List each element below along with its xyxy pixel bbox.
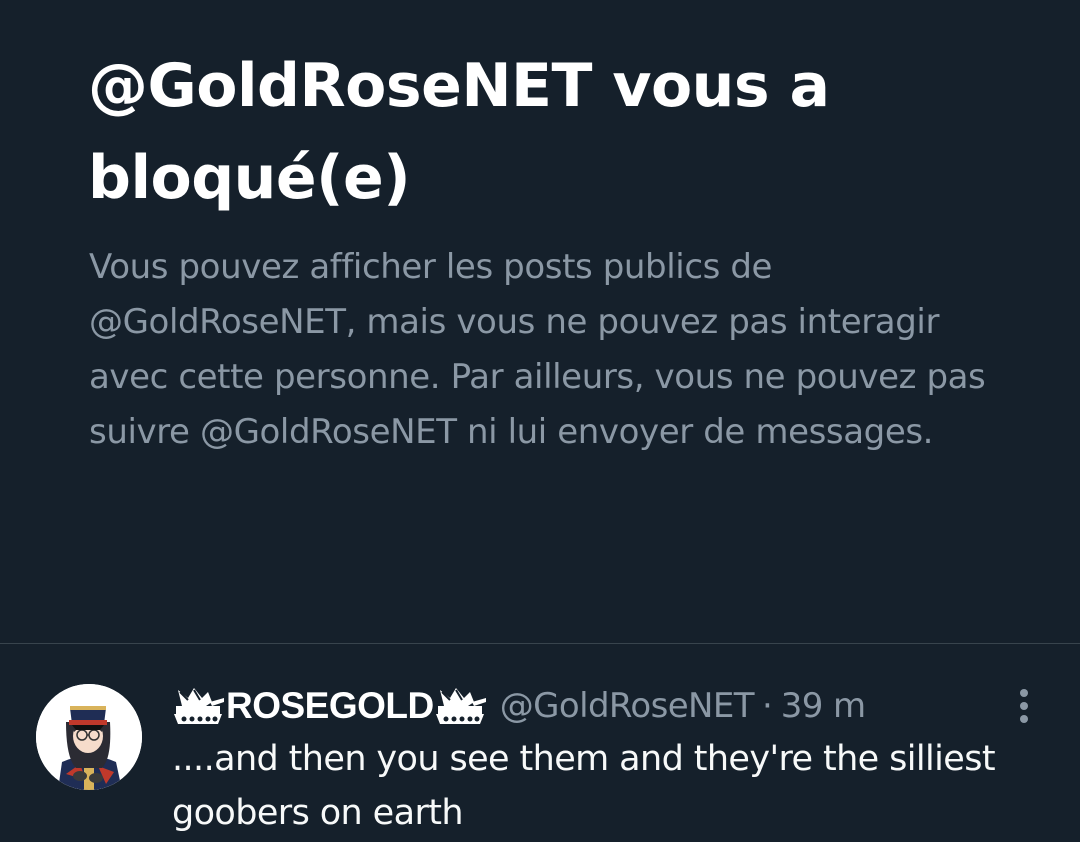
more-vertical-icon xyxy=(1020,689,1028,697)
tank-emoji-icon xyxy=(172,684,226,728)
avatar[interactable] xyxy=(36,684,142,790)
display-name[interactable]: ROSEGOLD xyxy=(226,685,434,727)
user-handle[interactable]: @GoldRoseNET xyxy=(500,686,755,726)
anime-officer-avatar-icon xyxy=(36,684,142,790)
more-options-button[interactable] xyxy=(1004,684,1044,728)
tank-emoji-icon xyxy=(434,684,488,728)
more-vertical-icon xyxy=(1020,702,1028,710)
post-timestamp[interactable]: 39 m xyxy=(781,686,866,726)
separator: · xyxy=(761,686,773,726)
blocked-notice: @GoldRoseNET vous a bloqué(e) Vous pouve… xyxy=(0,0,1080,644)
post-text: ....and then you see them and they're th… xyxy=(172,739,996,833)
blocked-title: @GoldRoseNET vous a bloqué(e) xyxy=(88,51,830,213)
more-vertical-icon xyxy=(1020,715,1028,723)
profile-page: @GoldRoseNET vous a bloqué(e) Vous pouve… xyxy=(0,0,1080,842)
post-item[interactable]: ROSEGOLD @GoldRoseNET · 39 m ....and the… xyxy=(0,644,1080,842)
blocked-description: Vous pouvez afficher les posts publics d… xyxy=(89,247,986,452)
post-header: ROSEGOLD @GoldRoseNET · 39 m xyxy=(172,680,866,732)
